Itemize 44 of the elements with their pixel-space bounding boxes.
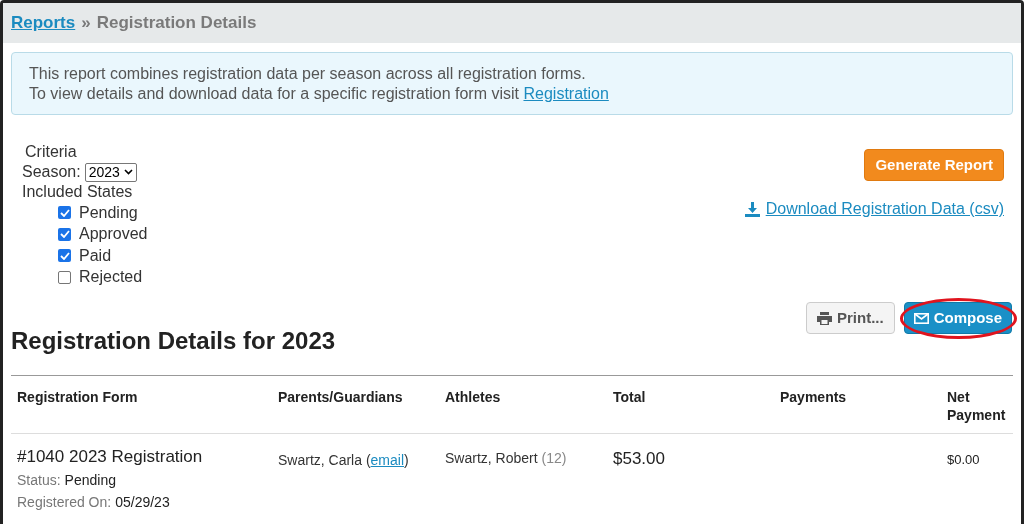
checkbox-label: Paid (79, 245, 112, 266)
season-select[interactable]: 2023 (84, 162, 137, 182)
column-header: Payments (780, 389, 847, 405)
checkbox[interactable] (58, 270, 71, 284)
compose-button[interactable]: Compose (903, 302, 1012, 334)
athlete-age: (12) (541, 449, 567, 468)
season-label: Season: (22, 162, 81, 182)
registered-date: 05/29/23 (115, 493, 170, 512)
info-text: This report combines registration data per season across all registration forms. (29, 64, 586, 84)
checkbox-label: Approved (79, 224, 148, 245)
info-text: To view details and download data for a specific registration form visit Registration (29, 84, 609, 104)
criteria-label: Criteria (24, 142, 77, 162)
column-header: Total (613, 389, 646, 405)
column-header: Athletes (445, 389, 501, 405)
print-button[interactable]: Print... (806, 302, 895, 334)
status-label: Status: (17, 471, 61, 490)
column-header: Registration Form (17, 389, 138, 405)
checkbox-label: Rejected (79, 267, 143, 288)
envelope-icon (913, 312, 929, 324)
breadcrumb-separator: » (81, 12, 91, 35)
checkbox[interactable] (58, 249, 71, 263)
download-link[interactable]: Download Registration Data (csv) (744, 197, 1004, 221)
generate-report-button[interactable]: Generate Report (864, 149, 1004, 181)
checkbox-label: Pending (79, 202, 138, 223)
column-header: Net Payment (947, 389, 1006, 423)
net-payment: $0.00 (947, 452, 980, 467)
checkbox[interactable] (58, 227, 71, 241)
breadcrumb-current: Registration Details (96, 12, 257, 35)
email-link[interactable]: email (370, 452, 405, 468)
checkbox[interactable] (58, 206, 71, 220)
status-value: Pending (64, 471, 116, 490)
guardian-text: Swartz, Carla (email) (278, 452, 409, 468)
chevron-down-icon (123, 169, 133, 175)
printer-icon (817, 311, 832, 325)
breadcrumb-link[interactable]: Reports (11, 10, 76, 36)
column-header: Parents/Guardians (278, 389, 403, 405)
report-heading: Registration Details for 2023 (11, 326, 336, 356)
total-amount: $53.00 (613, 449, 665, 468)
athlete-name: Swartz, Robert (445, 449, 538, 468)
form-title: #1040 2023 Registration (17, 446, 203, 468)
registration-link[interactable]: Registration (523, 85, 609, 102)
download-icon (744, 201, 760, 217)
included-states-label: Included States (22, 182, 133, 202)
registered-label: Registered On: (17, 493, 112, 512)
